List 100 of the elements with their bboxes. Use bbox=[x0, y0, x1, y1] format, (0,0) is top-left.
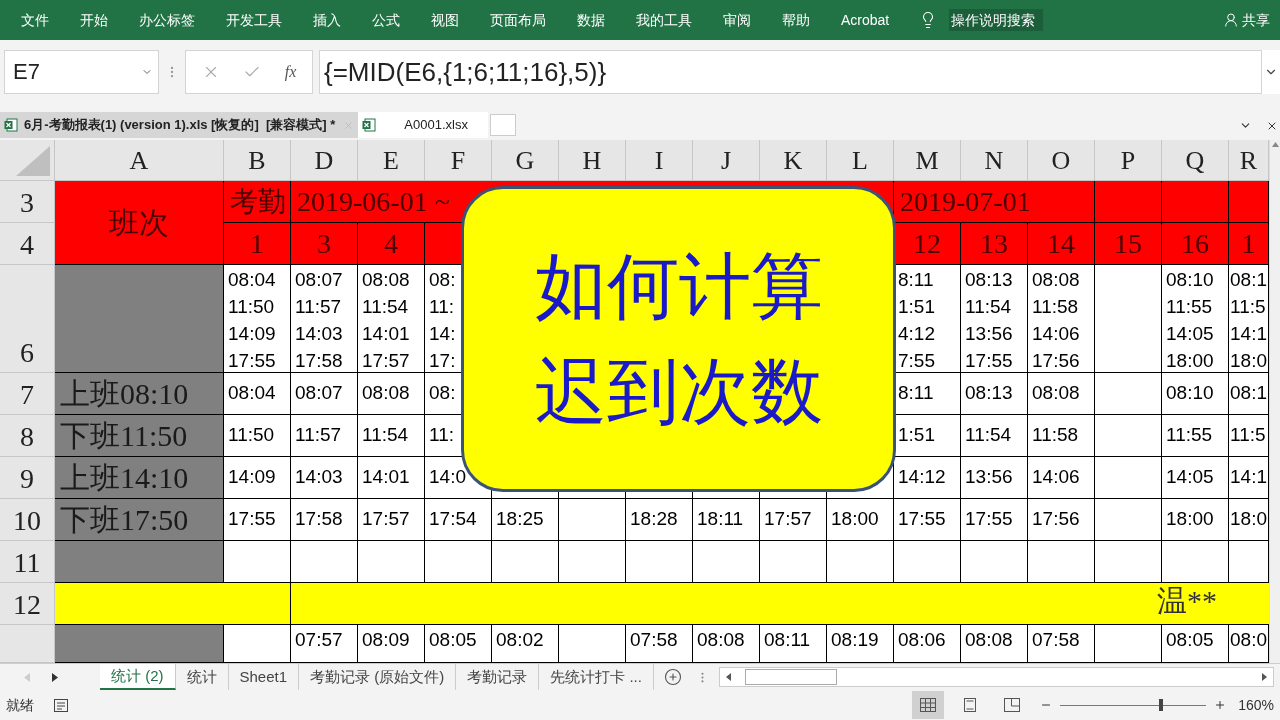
table-cell: 08:04 bbox=[224, 373, 291, 415]
workbook-tab[interactable]: A0001.xlsx bbox=[358, 112, 488, 138]
row-number: 7 bbox=[20, 378, 34, 412]
name-box[interactable]: E7 bbox=[4, 50, 159, 94]
menu-tab[interactable]: 公式 bbox=[372, 9, 400, 31]
scroll-right-icon[interactable] bbox=[52, 672, 58, 682]
row-number: 12 bbox=[13, 588, 41, 622]
menu-tab[interactable]: 开始 bbox=[80, 9, 108, 31]
table-cell bbox=[425, 541, 492, 583]
table-cell bbox=[1095, 373, 1162, 415]
row-header[interactable]: 12 bbox=[0, 583, 55, 625]
menu-tab[interactable]: 插入 bbox=[313, 9, 341, 31]
menu-tab[interactable]: 视图 bbox=[431, 9, 459, 31]
menu-tab[interactable]: 数据 bbox=[577, 9, 605, 31]
sheet-tab[interactable]: 统计 (2) bbox=[100, 664, 176, 690]
table-cell: 08:19 bbox=[827, 625, 894, 663]
table-cell: 17:56 bbox=[1028, 499, 1095, 541]
row-number: 3 bbox=[20, 186, 34, 220]
row-header[interactable]: 7 bbox=[0, 373, 55, 415]
table-cell bbox=[1229, 181, 1269, 223]
row-header[interactable]: 11 bbox=[0, 541, 55, 583]
table-cell: 08:08 bbox=[1028, 373, 1095, 415]
table-cell: 07:57 bbox=[291, 625, 358, 663]
title-text: 如何计算 bbox=[534, 245, 823, 328]
add-sheet-icon[interactable] bbox=[663, 668, 682, 686]
page-icon bbox=[962, 698, 979, 712]
table-cell: 17:54 bbox=[425, 499, 492, 541]
workbook-tab[interactable]: 6月-考勤报表(1) (version 1).xls [恢复的] [兼容模式] * bbox=[0, 112, 359, 138]
table-cell: 17:55 bbox=[961, 499, 1028, 541]
table-cell: 3 bbox=[291, 223, 358, 265]
table-cell: 08:11 bbox=[760, 625, 827, 663]
table-cell: 17:57 bbox=[760, 499, 827, 541]
table-cell bbox=[1028, 541, 1095, 583]
row-header[interactable]: 10 bbox=[0, 499, 55, 541]
table-cell: 08:09 bbox=[358, 625, 425, 663]
scroll-right-icon[interactable] bbox=[1262, 673, 1267, 681]
table-cell: 08:10 11:55 14:05 18:00 bbox=[1162, 265, 1229, 373]
table-cell: 11:55 bbox=[1162, 415, 1229, 457]
search-field[interactable]: 操作说明搜索 bbox=[949, 9, 1044, 31]
zoom-thumb[interactable] bbox=[1159, 699, 1164, 711]
table-cell: 08:04 11:50 14:09 17:55 bbox=[224, 265, 291, 373]
table-cell bbox=[1162, 541, 1229, 583]
table-cell bbox=[559, 499, 626, 541]
zoom-in-icon[interactable] bbox=[1214, 699, 1227, 711]
scroll-left-icon[interactable] bbox=[725, 673, 731, 681]
table-cell: 14:1 bbox=[1229, 457, 1269, 499]
table-cell: 8:11 1:51 4:12 7:55 bbox=[894, 265, 961, 373]
table-cell: 14:05 bbox=[1162, 457, 1229, 499]
macro-record-icon[interactable] bbox=[54, 698, 68, 712]
row-number: 9 bbox=[20, 462, 34, 496]
table-cell: 上班14:10 bbox=[55, 457, 224, 499]
vertical-scrollbar[interactable] bbox=[1269, 140, 1280, 663]
view-button[interactable] bbox=[912, 691, 945, 719]
menu-tab[interactable]: Acrobat bbox=[841, 9, 890, 31]
close-icon[interactable] bbox=[1266, 120, 1278, 132]
share-button[interactable]: 共享 bbox=[1223, 9, 1270, 31]
menu-tab[interactable]: 文件 bbox=[21, 9, 49, 31]
menu-tab[interactable]: 页面布局 bbox=[490, 9, 546, 31]
row-header[interactable]: 3 bbox=[0, 181, 55, 223]
table-cell: 14:09 bbox=[224, 457, 291, 499]
row-header[interactable]: 9 bbox=[0, 457, 55, 499]
row-header[interactable]: 8 bbox=[0, 415, 55, 457]
zoom-level[interactable]: 160% bbox=[1238, 694, 1274, 716]
scrollbar-thumb[interactable] bbox=[744, 669, 837, 685]
table-cell: 1 bbox=[224, 223, 291, 265]
horizontal-scrollbar[interactable] bbox=[718, 667, 1274, 687]
zoom-slider[interactable] bbox=[1060, 699, 1207, 711]
table-cell: 08:05 bbox=[425, 625, 492, 663]
table-cell: 08:07 bbox=[291, 373, 358, 415]
table-cell bbox=[1095, 499, 1162, 541]
table-cell: 13 bbox=[961, 223, 1028, 265]
table-cell: 4 bbox=[358, 223, 425, 265]
menu-tab[interactable]: 审阅 bbox=[723, 9, 751, 31]
table-cell bbox=[492, 541, 559, 583]
page-break-icon bbox=[1004, 698, 1021, 712]
formula-input[interactable]: {=MID(E6,{1;6;11;16},5)} bbox=[319, 50, 1262, 94]
row-number: 8 bbox=[20, 420, 34, 454]
menu-tab[interactable]: 我的工具 bbox=[636, 9, 692, 31]
row-number: 11 bbox=[13, 546, 41, 580]
table-cell bbox=[1095, 415, 1162, 457]
table-cell: 1:51 bbox=[894, 415, 961, 457]
row-header[interactable]: 4 bbox=[0, 223, 55, 265]
table-cell: 14:06 bbox=[1028, 457, 1095, 499]
table-cell: 08:08 bbox=[961, 625, 1028, 663]
menu-tab[interactable]: 开发工具 bbox=[226, 9, 282, 31]
table-cell bbox=[894, 541, 961, 583]
table-cell: 14:01 bbox=[358, 457, 425, 499]
menu-tab[interactable]: 帮助 bbox=[782, 9, 810, 31]
insert-function-button[interactable]: fx bbox=[284, 60, 297, 84]
table-cell: 17:57 bbox=[358, 499, 425, 541]
table-cell: 08:08 bbox=[693, 625, 760, 663]
table-cell: 下班11:50 bbox=[55, 415, 224, 457]
table-cell bbox=[559, 541, 626, 583]
table-cell: 上班08:10 bbox=[55, 373, 224, 415]
menu-tab[interactable]: 办公标签 bbox=[139, 9, 195, 31]
row-header[interactable]: 6 bbox=[0, 265, 55, 373]
scroll-up-icon[interactable] bbox=[1271, 142, 1279, 147]
table-cell: 温** bbox=[291, 583, 1269, 625]
table-cell: 08:10 bbox=[1162, 373, 1229, 415]
table-cell bbox=[1095, 541, 1162, 583]
